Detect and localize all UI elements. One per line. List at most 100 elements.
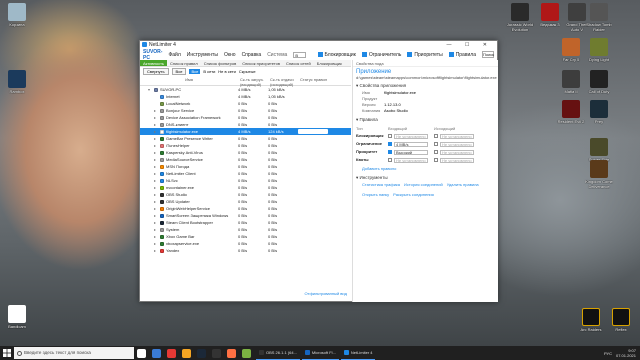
- tool-link[interactable]: Статистика трафика: [362, 182, 400, 188]
- filter-online[interactable]: В сети: [203, 69, 215, 74]
- pinned-app-icon[interactable]: [152, 348, 161, 358]
- filter-hidden[interactable]: Скрытые: [239, 69, 256, 74]
- limiter-toggle[interactable]: Ограничитель: [361, 52, 401, 58]
- table-row[interactable]: ▸ OBS Studio 0 B/s 0 B/s: [140, 191, 351, 198]
- rule-incoming-value[interactable]: Не установлено: [394, 157, 428, 163]
- rule-incoming-checkbox[interactable]: [388, 158, 392, 162]
- table-row[interactable]: ▸ DNS-клиент 0 B/s 0 B/s: [140, 121, 351, 128]
- host-name[interactable]: SUVOR-PC: [143, 49, 162, 61]
- tools-section[interactable]: ▾ Инструменты: [353, 172, 498, 182]
- pinned-app-icon[interactable]: [212, 348, 221, 358]
- rule-outgoing-value[interactable]: Не установлено: [440, 133, 474, 139]
- pinned-app-icon[interactable]: [242, 348, 251, 358]
- filter-all-button[interactable]: Все: [189, 69, 201, 74]
- tool-link[interactable]: Открыть папку: [362, 192, 389, 198]
- app-properties-section[interactable]: ▾ Свойства приложения: [353, 80, 498, 90]
- table-row[interactable]: ▸ OBS Updater 0 B/s 0 B/s: [140, 198, 351, 205]
- rule-outgoing-checkbox[interactable]: [434, 158, 438, 162]
- pinned-app-icon[interactable]: [137, 348, 146, 358]
- desktop-icon[interactable]: Mafia II: [556, 70, 586, 94]
- taskbar-app[interactable]: OBS 26.1.1 (64...: [256, 346, 300, 360]
- table-row[interactable]: ▸ Yandex 0 B/s 0 B/s: [140, 247, 351, 254]
- desktop-icon[interactable]: Prey: [584, 100, 614, 124]
- tab-0[interactable]: Активность: [140, 60, 168, 66]
- rule-incoming-value[interactable]: 4 MB/s: [394, 141, 428, 147]
- filter-all-select[interactable]: Все: [171, 68, 187, 75]
- table-row[interactable]: ▾ SUVOR-PC 4 MB/s 1,05 kB/s: [140, 86, 351, 93]
- priorities-toggle[interactable]: Приоритеты: [407, 52, 443, 58]
- table-row[interactable]: ▸ nvcontainer.exe 0 B/s 0 B/s: [140, 184, 351, 191]
- rule-outgoing-value[interactable]: Не установлено: [440, 157, 474, 163]
- desktop-icon[interactable]: Resident Evil 2: [556, 100, 586, 124]
- rule-outgoing-value[interactable]: Не установлено: [440, 149, 474, 155]
- table-row[interactable]: ▸ NetLimiter Client 0 B/s 0 B/s: [140, 170, 351, 177]
- col-download[interactable]: Ск-ть загруз. (входящий): [238, 76, 268, 87]
- rules-toggle[interactable]: Правила: [448, 52, 476, 58]
- tool-link[interactable]: Удалить правила: [447, 182, 479, 188]
- rule-outgoing-checkbox[interactable]: [434, 150, 438, 154]
- collapse-button[interactable]: Свернуть: [143, 68, 169, 75]
- desktop-icon[interactable]: Reflex: [606, 308, 636, 332]
- desktop-icon[interactable]: Jurassic World Evolution: [505, 3, 535, 32]
- desktop-icon[interactable]: Rambox: [2, 70, 32, 94]
- table-row[interactable]: ▸ GameBar Presence Writer 0 B/s 0 B/s: [140, 135, 351, 142]
- table-row[interactable]: ▸ SmartScreen Защитника Windows 0 B/s 0 B/s: [140, 212, 351, 219]
- table-row[interactable]: ▸ xboxapservice.exe 0 B/s 0 B/s: [140, 240, 351, 247]
- desktop-icon[interactable]: Корзина: [2, 3, 32, 27]
- desktop-icon[interactable]: Ведьмак 3: [535, 3, 565, 27]
- table-row[interactable]: ▸ Xbox Game Bar 0 B/s 0 B/s: [140, 233, 351, 240]
- table-row[interactable]: ▸ System 0 B/s 0 B/s: [140, 226, 351, 233]
- menu-tools[interactable]: Инструменты: [187, 52, 218, 58]
- rule-incoming-checkbox[interactable]: [388, 142, 392, 146]
- rule-incoming-value[interactable]: Высокий: [394, 149, 428, 155]
- tool-link[interactable]: История соединений: [404, 182, 443, 188]
- col-upload[interactable]: Ск-ть отдачи (исходящий): [268, 76, 298, 87]
- rule-incoming-checkbox[interactable]: [388, 150, 392, 154]
- rule-outgoing-checkbox[interactable]: [434, 134, 438, 138]
- desktop-icon[interactable]: Call of Duty: [584, 70, 614, 94]
- table-row[interactable]: ▸ MediaSourceService 0 B/s 0 B/s: [140, 156, 351, 163]
- blocker-toggle[interactable]: Блокировщик: [317, 52, 356, 58]
- pinned-app-icon[interactable]: [227, 348, 236, 358]
- rules-section[interactable]: ▾ Правила: [353, 114, 498, 124]
- taskbar-app[interactable]: NetLimiter 4: [340, 346, 376, 360]
- tab-4[interactable]: Список сетей: [283, 60, 314, 66]
- table-row[interactable]: ▸ NLSvc 0 B/s 0 B/s: [140, 177, 351, 184]
- desktop-icon[interactable]: Bandicam: [2, 305, 32, 329]
- desktop-icon[interactable]: Arc Raiders: [576, 308, 606, 332]
- filter-select[interactable]: В: [293, 51, 306, 58]
- window-titlebar[interactable]: NetLimiter 4 — ☐ ✕: [140, 41, 497, 49]
- menu-help[interactable]: Справка: [242, 52, 262, 58]
- table-row[interactable]: ▸ iTunesHelper 0 B/s 0 B/s: [140, 142, 351, 149]
- rule-incoming-checkbox[interactable]: [388, 134, 392, 138]
- language-indicator[interactable]: РУС: [604, 351, 612, 356]
- rule-outgoing-value[interactable]: Не установлено: [440, 141, 474, 147]
- tab-2[interactable]: Список фильтров: [201, 60, 239, 66]
- desktop-icon[interactable]: Far Cry 5: [556, 38, 586, 62]
- col-name[interactable]: Имя: [140, 76, 238, 85]
- pinned-app-icon[interactable]: [167, 348, 176, 358]
- desktop-icon[interactable]: Sniper Elite: [584, 138, 614, 162]
- col-rule-status[interactable]: Статус правил: [298, 76, 350, 85]
- tool-link[interactable]: Раскрыть соединения: [393, 192, 434, 198]
- tab-5[interactable]: Блокировщик: [314, 60, 345, 66]
- tab-3[interactable]: Список приоритетов: [239, 60, 283, 66]
- start-button[interactable]: [0, 346, 14, 360]
- taskbar-search-input[interactable]: Введите здесь текст для поиска: [14, 347, 134, 359]
- pinned-app-icon[interactable]: [182, 348, 191, 358]
- menu-file[interactable]: Файл: [168, 52, 180, 58]
- table-row[interactable]: ▸ OriginWebHelperService 0 B/s 0 B/s: [140, 205, 351, 212]
- table-row[interactable]: ▸ Bonjour Service 0 B/s 0 B/s: [140, 107, 351, 114]
- filter-offline[interactable]: Не в сети: [218, 69, 236, 74]
- rule-incoming-value[interactable]: Не установлено: [394, 133, 428, 139]
- table-row[interactable]: ▸ Device Association Framework 0 B/s 0 B/s: [140, 114, 351, 121]
- table-row[interactable]: ▸ Kaspersky Anti-Virus 0 B/s 0 B/s: [140, 149, 351, 156]
- taskbar-app[interactable]: Microsoft Fl...: [301, 346, 339, 360]
- search-input[interactable]: Поиск: [482, 51, 494, 58]
- desktop-icon[interactable]: Kingdom Come Deliverance: [584, 160, 614, 189]
- pinned-app-icon[interactable]: [197, 348, 206, 358]
- window-controls[interactable]: — ☐ ✕: [447, 41, 493, 49]
- table-row[interactable]: ▸ Steam Client Bootstrapper 0 B/s 0 B/s: [140, 219, 351, 226]
- clock[interactable]: 9:07 07.01.2021: [616, 348, 636, 358]
- rule-outgoing-checkbox[interactable]: [434, 142, 438, 146]
